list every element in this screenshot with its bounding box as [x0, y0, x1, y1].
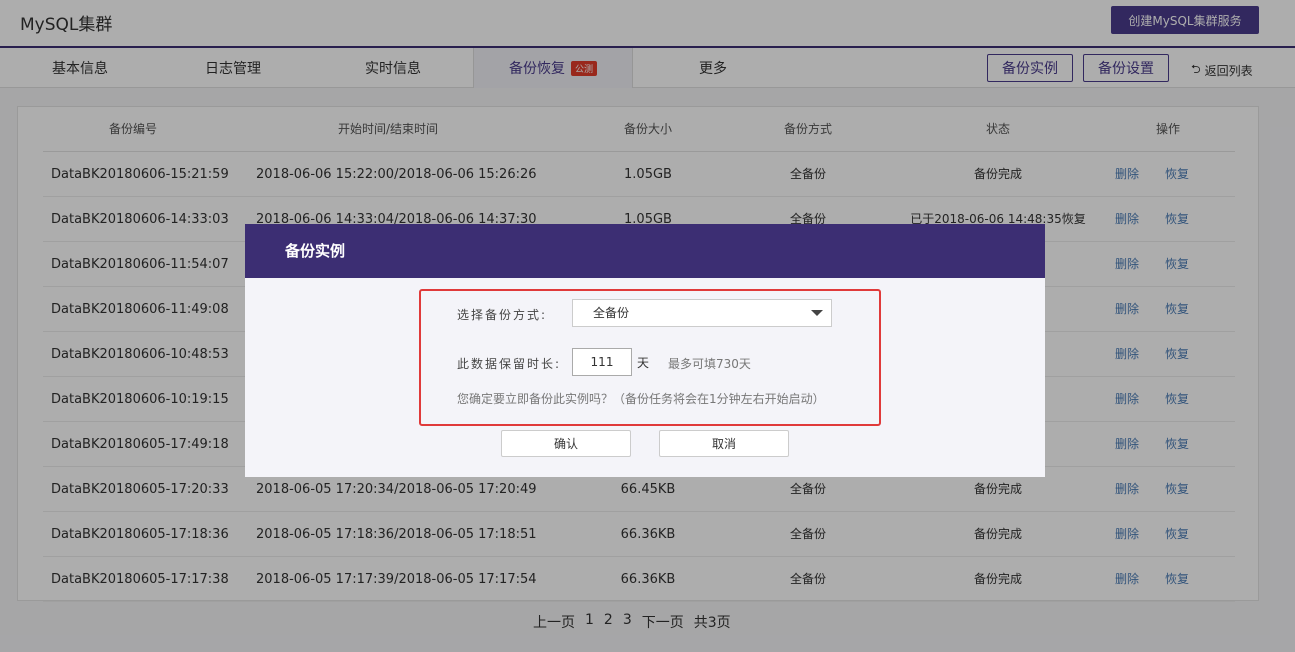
retention-days-input[interactable]: 111: [572, 348, 632, 376]
retention-label: 此数据保留时长:: [457, 357, 562, 371]
retention-unit: 天: [637, 356, 650, 370]
method-label: 选择备份方式:: [457, 308, 548, 322]
confirm-button[interactable]: 确认: [501, 430, 631, 457]
backup-method-select[interactable]: 全备份: [572, 299, 832, 327]
backup-instance-dialog: 备份实例 选择备份方式: 全备份 此数据保留时长: 111 天 最多可填730天…: [245, 224, 1045, 477]
confirm-message: 您确定要立即备份此实例吗？（备份任务将会在1分钟左右开始启动）: [457, 392, 825, 406]
retention-hint: 最多可填730天: [668, 357, 751, 371]
chevron-down-icon: [811, 310, 823, 316]
cancel-button[interactable]: 取消: [659, 430, 789, 457]
dialog-title: 备份实例: [245, 224, 1045, 278]
backup-method-value: 全备份: [593, 306, 630, 320]
